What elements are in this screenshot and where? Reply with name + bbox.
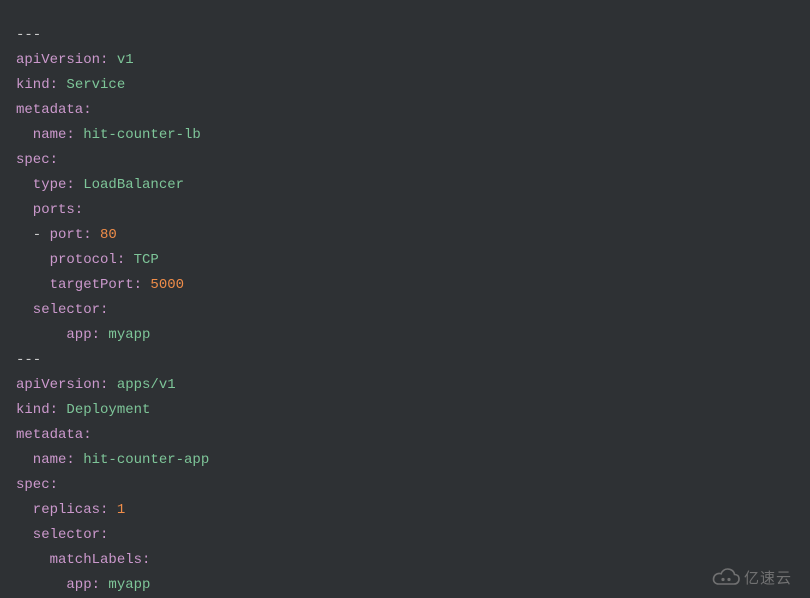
code-token: Deployment [58, 402, 150, 418]
code-token: LoadBalancer [75, 177, 184, 193]
code-line: apiVersion: apps/v1 [16, 373, 209, 398]
code-token: Service [58, 77, 125, 93]
code-line: metadata: [16, 423, 209, 448]
code-token: hit-counter-app [75, 452, 209, 468]
code-line: matchLabels: [16, 548, 209, 573]
code-token: type: [16, 177, 75, 193]
watermark: 亿速云 [712, 566, 802, 590]
code-token: 80 [92, 227, 117, 243]
code-token: v1 [108, 52, 133, 68]
code-line: app: myapp [16, 573, 209, 598]
code-token: name: [16, 452, 75, 468]
code-token: kind: [16, 402, 58, 418]
code-line: selector: [16, 298, 209, 323]
code-line: apiVersion: v1 [16, 48, 209, 73]
code-token: replicas: [16, 502, 108, 518]
code-token: apiVersion: [16, 52, 108, 68]
code-token: selector: [16, 302, 108, 318]
code-line: - port: 80 [16, 223, 209, 248]
code-token: targetPort: [16, 277, 142, 293]
code-token: apiVersion: [16, 377, 108, 393]
code-token: kind: [16, 77, 58, 93]
code-token: apps/v1 [108, 377, 175, 393]
code-token: ports: [16, 202, 83, 218]
code-line: metadata: [16, 98, 209, 123]
code-token: spec: [16, 477, 58, 493]
code-token: myapp [100, 577, 150, 593]
code-token: 5000 [142, 277, 184, 293]
watermark-text: 亿速云 [744, 566, 792, 591]
code-line: selector: [16, 523, 209, 548]
code-token: myapp [100, 327, 150, 343]
code-block: ---apiVersion: v1kind: Servicemetadata: … [16, 23, 209, 598]
code-token: app: [16, 327, 100, 343]
code-token: TCP [125, 252, 159, 268]
code-token: app: [16, 577, 100, 593]
code-token: name: [16, 127, 75, 143]
code-token: selector: [16, 527, 108, 543]
code-line: name: hit-counter-app [16, 448, 209, 473]
code-token: --- [16, 27, 41, 43]
code-token: port: [50, 227, 92, 243]
code-line: name: hit-counter-lb [16, 123, 209, 148]
code-line: --- [16, 23, 209, 48]
code-line: targetPort: 5000 [16, 273, 209, 298]
code-line: replicas: 1 [16, 498, 209, 523]
code-line: ports: [16, 198, 209, 223]
code-token: 1 [108, 502, 125, 518]
code-token: metadata: [16, 102, 92, 118]
code-line: kind: Service [16, 73, 209, 98]
code-token: - [16, 227, 50, 243]
code-token: protocol: [16, 252, 125, 268]
code-line: --- [16, 348, 209, 373]
code-line: spec: [16, 473, 209, 498]
code-line: protocol: TCP [16, 248, 209, 273]
code-token: hit-counter-lb [75, 127, 201, 143]
code-token: spec: [16, 152, 58, 168]
code-line: app: myapp [16, 323, 209, 348]
code-token: matchLabels: [16, 552, 150, 568]
code-line: kind: Deployment [16, 398, 209, 423]
cloud-icon [712, 568, 740, 588]
code-line: spec: [16, 148, 209, 173]
code-line: type: LoadBalancer [16, 173, 209, 198]
code-token: metadata: [16, 427, 92, 443]
code-token: --- [16, 352, 41, 368]
